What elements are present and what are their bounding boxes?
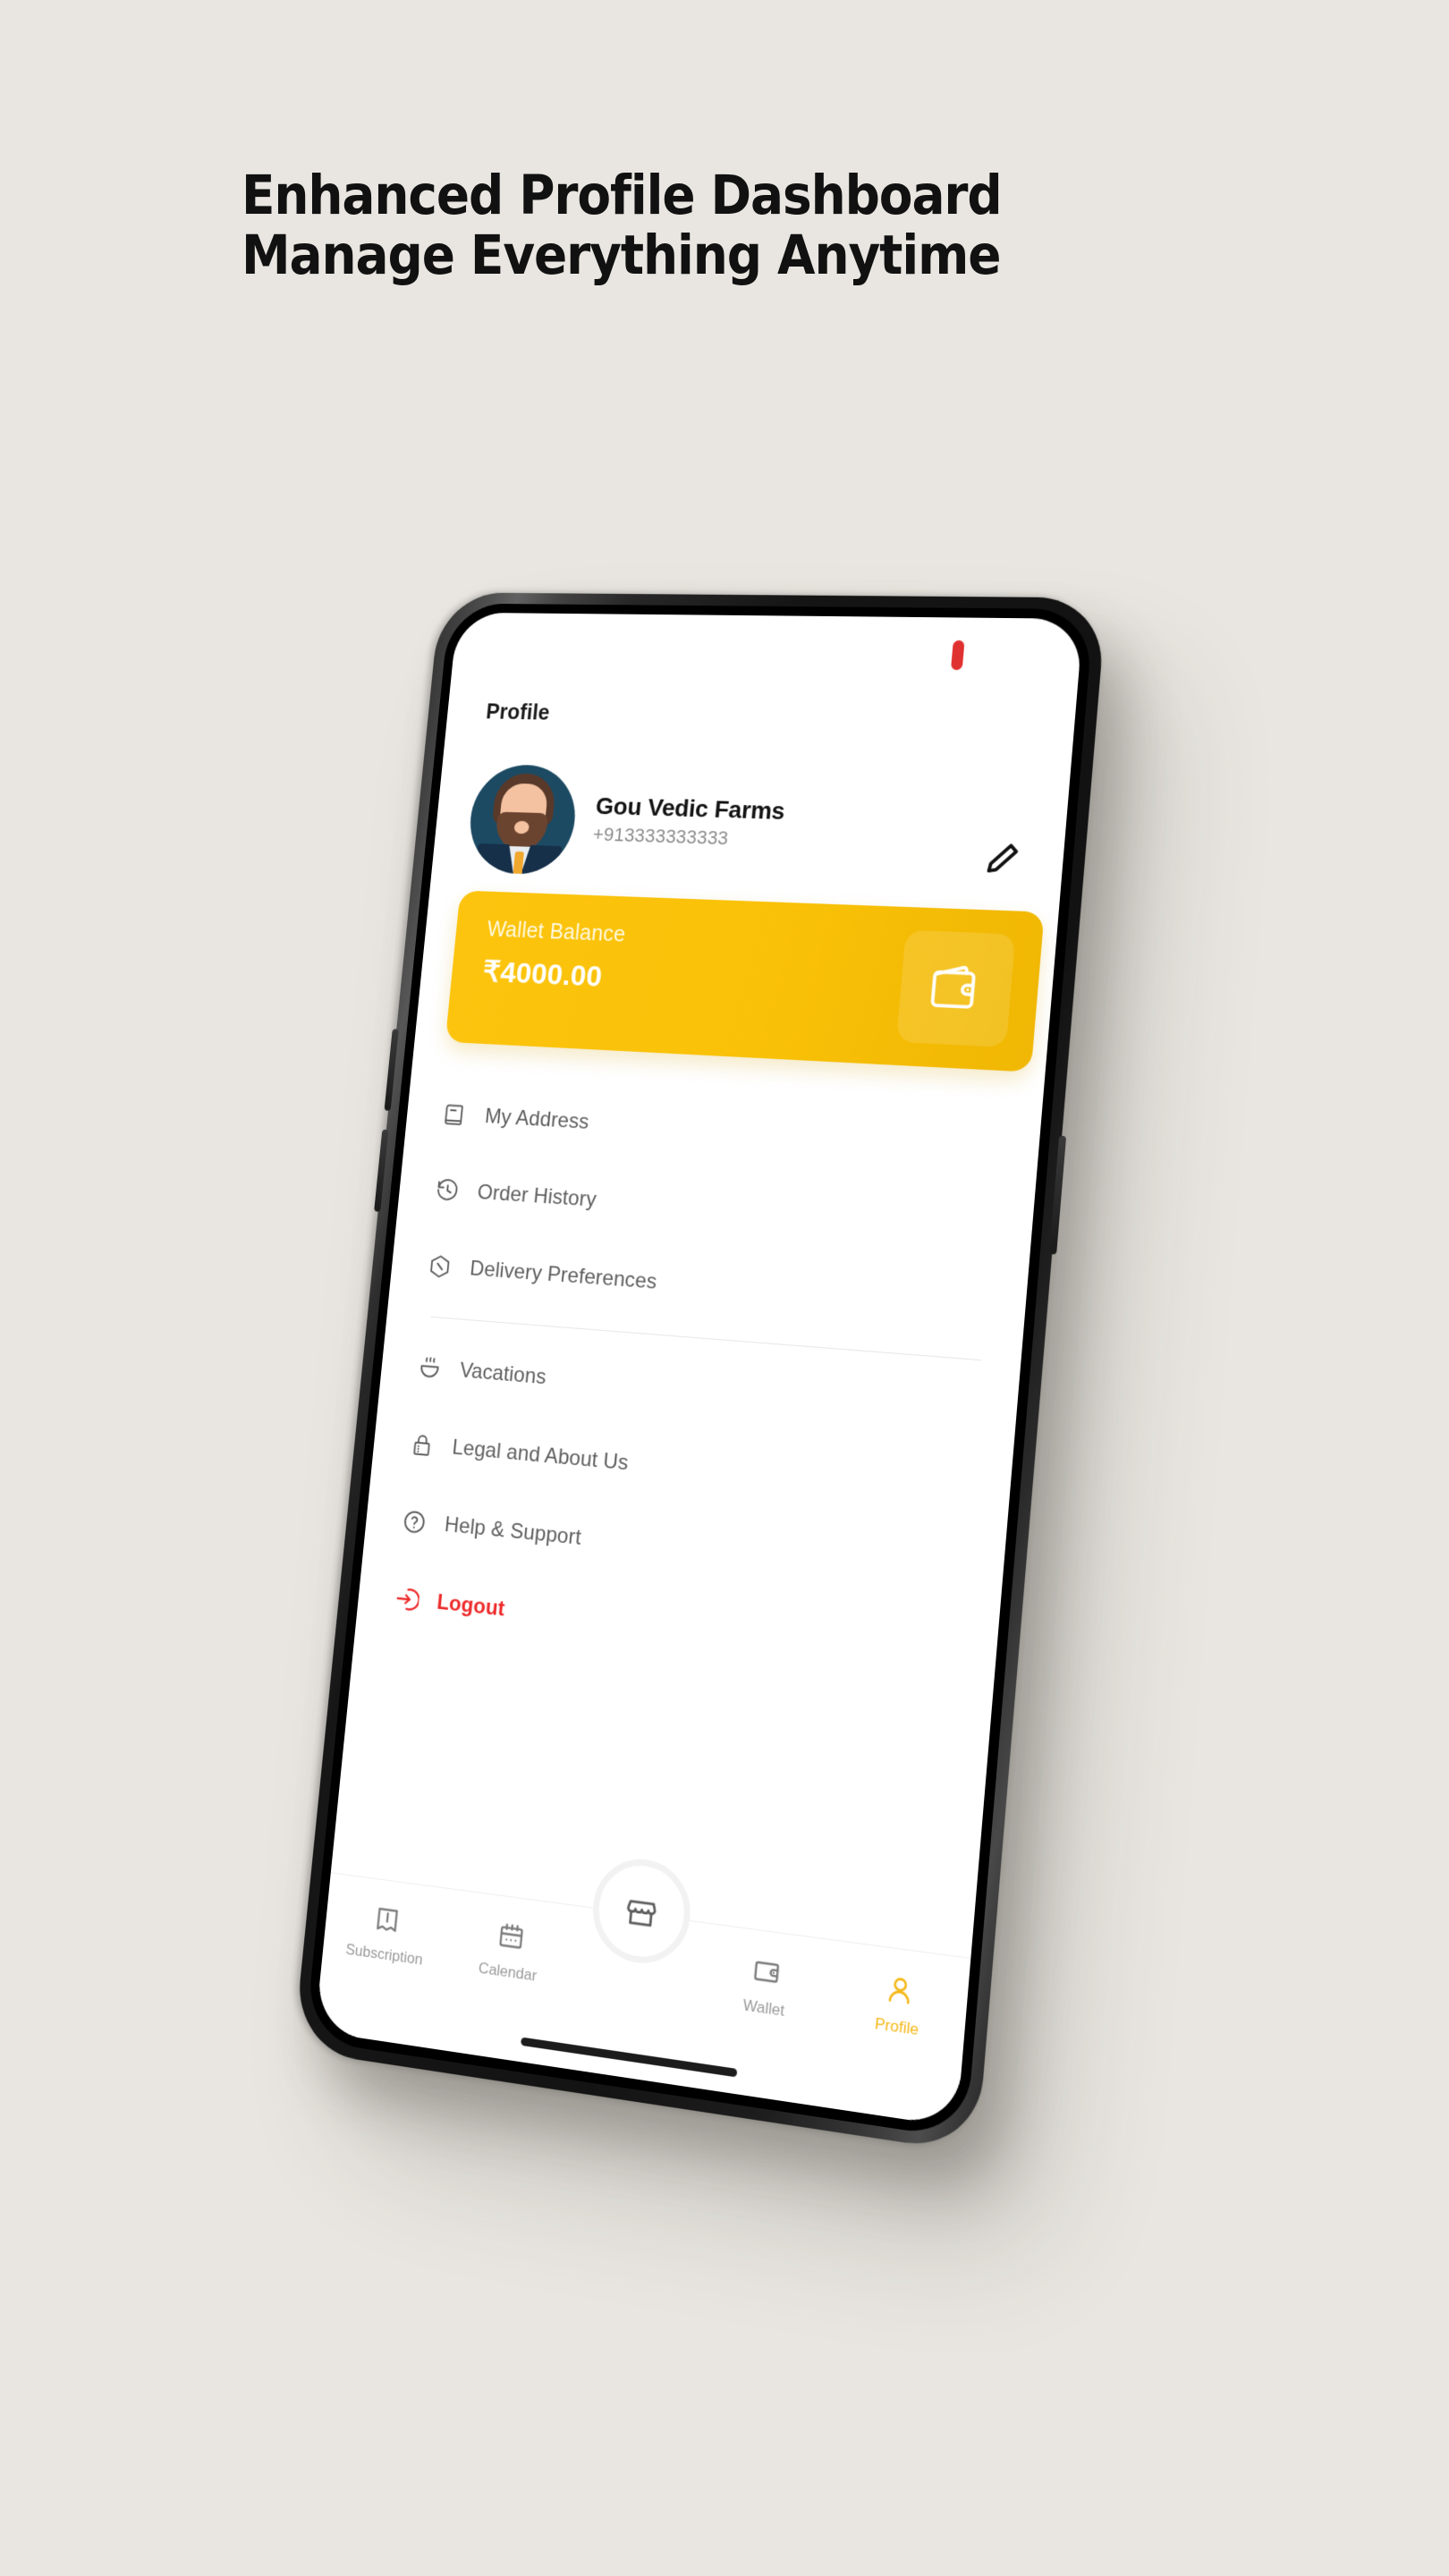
profile-name: Gou Vedic Farms [594, 792, 786, 825]
nav-item-wallet[interactable]: Wallet [698, 1947, 835, 2027]
menu-item-label: Legal and About Us [451, 1435, 630, 1476]
bottom-nav-items: Subscription Calendar Wallet Profile [323, 1896, 970, 2046]
page-title: Profile [485, 699, 551, 725]
wallet-balance-amount: ₹4000.00 [481, 955, 604, 994]
phone-mockup-stage: Profile Gou Vedic Farms +913333333333 Wa… [0, 0, 1449, 2576]
nav-item-subscription[interactable]: Subscription [323, 1896, 451, 1972]
menu-item-logout[interactable]: Logout [391, 1559, 974, 1699]
question-circle-icon [401, 1507, 445, 1538]
store-icon [623, 1891, 660, 1932]
phone-device: Profile Gou Vedic Farms +913333333333 Wa… [292, 592, 1107, 2154]
logout-arrow-icon [394, 1585, 438, 1616]
lock-icon [409, 1430, 453, 1461]
history-clock-icon [434, 1177, 479, 1206]
nav-item-label: Profile [874, 2014, 919, 2039]
store-fab-button[interactable] [589, 1853, 695, 1970]
menu-item-label: Order History [476, 1180, 597, 1212]
menu-item-label: Delivery Preferences [469, 1256, 658, 1294]
menu-item-label: Help & Support [443, 1513, 582, 1550]
nav-item-calendar[interactable]: Calendar [445, 1913, 575, 1990]
ticket-icon [372, 1902, 403, 1936]
wallet-icon-container [895, 929, 1016, 1047]
nav-item-label: Subscription [344, 1940, 424, 1969]
menu-item-label: Vacations [458, 1358, 547, 1390]
menu-item-label: My Address [483, 1104, 590, 1134]
edit-profile-button[interactable] [981, 838, 1023, 878]
hot-bowl-icon [416, 1354, 461, 1384]
person-icon [883, 1972, 917, 2009]
profile-phone: +913333333333 [591, 823, 730, 850]
hexagon-slash-icon [427, 1252, 471, 1282]
avatar[interactable] [465, 763, 580, 876]
profile-header-row[interactable]: Gou Vedic Farms +913333333333 [464, 757, 1035, 903]
calendar-icon [496, 1919, 527, 1954]
address-book-icon [442, 1101, 487, 1130]
avatar-suit-left [477, 843, 514, 876]
profile-menu: My Address Order History Delivery Prefer… [391, 1076, 1017, 1699]
nav-item-profile[interactable]: Profile [829, 1965, 969, 2046]
wallet-icon [924, 958, 987, 1020]
wallet-balance-card[interactable]: Wallet Balance ₹4000.00 [445, 890, 1045, 1072]
nav-item-label: Calendar [478, 1959, 538, 1985]
menu-item-label: Logout [436, 1589, 506, 1622]
wallet-balance-label: Wallet Balance [486, 917, 627, 947]
